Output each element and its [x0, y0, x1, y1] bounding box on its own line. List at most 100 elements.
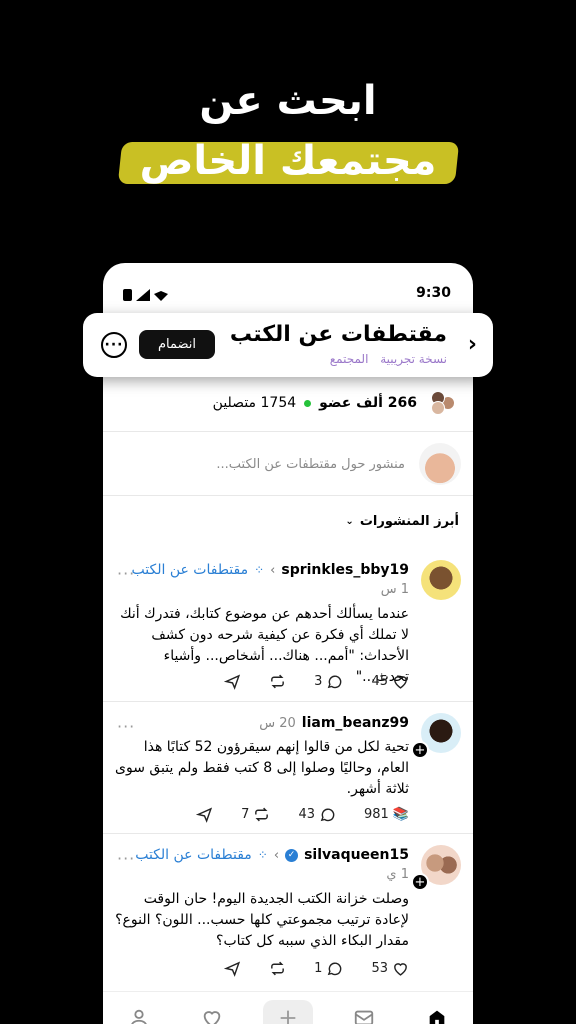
verified-icon: ✓: [285, 848, 299, 862]
follow-plus-icon[interactable]: +: [411, 873, 429, 891]
hero-title-line1: ابحث عن: [199, 78, 377, 124]
trial-label: نسخة تجريبية: [380, 352, 447, 366]
share-button[interactable]: [224, 960, 241, 977]
more-icon[interactable]: ···: [117, 717, 135, 736]
online-dot: [304, 399, 312, 407]
post-header: silvaqueen15 ✓ › ⁘ مقتطفات عن الكتب: [135, 847, 409, 863]
like-count: 53: [371, 961, 388, 976]
divider: [103, 701, 473, 702]
post-actions: 53 1: [224, 960, 409, 977]
post[interactable]: + silvaqueen15 ✓ › ⁘ مقتطفات عن الكتب 1 …: [103, 845, 473, 985]
repost-count: 7: [241, 807, 250, 822]
send-icon: [224, 674, 241, 690]
comment-icon: [328, 962, 342, 976]
sort-dropdown[interactable]: أبرز المنشورات ⌄: [345, 514, 459, 529]
avatar[interactable]: [421, 560, 461, 600]
phone-screen: 9:30 266 ألف عضو 1754 متصلين منشور حول م…: [103, 263, 473, 1024]
like-button[interactable]: 45: [371, 673, 409, 690]
hero-title-line2-text: مجتمعك الخاص: [139, 138, 437, 184]
community-subtitle: نسخة تجريبية المجتمع: [322, 352, 447, 366]
post-username[interactable]: silvaqueen15: [304, 847, 409, 863]
tab-messages[interactable]: [342, 1000, 386, 1024]
post-text: تحية لكل من قالوا إنهم سيقرؤون 52 كتابًا…: [115, 739, 409, 797]
composer-placeholder[interactable]: منشور حول مقتطفات عن الكتب...: [216, 457, 405, 472]
repost-icon: [271, 961, 285, 976]
repost-icon: [271, 674, 285, 689]
plus-icon: [280, 1010, 296, 1024]
chevron-down-icon: ⌄: [345, 516, 354, 527]
online-count: 1754 متصلين: [212, 395, 297, 411]
comment-button[interactable]: 43: [298, 806, 336, 823]
divider: [103, 431, 473, 432]
post-text: وصلت خزانة الكتب الجديدة اليوم! حان الوق…: [115, 891, 409, 949]
community-title: مقتطفات عن الكتب: [229, 322, 447, 347]
more-icon[interactable]: ···: [117, 849, 135, 868]
comment-button[interactable]: 3: [314, 673, 343, 690]
post[interactable]: sprinkles_bby19 › ⁘ مقتطفات عن الكتب 1 س…: [103, 560, 473, 700]
tab-create[interactable]: [262, 1000, 313, 1024]
community-header-card: ‹ مقتطفات عن الكتب نسخة تجريبية المجتمع …: [83, 313, 493, 377]
post-actions: 45 3: [224, 673, 409, 690]
comment-count: 43: [298, 807, 315, 822]
post-community-link[interactable]: مقتطفات عن الكتب: [135, 847, 252, 863]
signal-icon: [136, 289, 150, 301]
wifi-icon: [154, 291, 168, 301]
chevron-left-icon: ›: [273, 847, 280, 863]
avatar: [431, 401, 445, 415]
join-button[interactable]: انضمام: [139, 330, 215, 359]
members-count: 266 ألف عضو: [319, 395, 417, 411]
battery-icon: [123, 289, 132, 301]
heart-icon: [394, 963, 407, 976]
member-avatars: [425, 391, 455, 415]
post-actions: 📚 981 43 7: [196, 806, 409, 823]
chevron-left-icon: ›: [270, 562, 276, 578]
hero-banner: ابحث عن مجتمعك الخاص: [0, 0, 576, 260]
like-count: 45: [371, 674, 388, 689]
post-username[interactable]: liam_beanz99: [302, 715, 409, 731]
repost-button[interactable]: [269, 673, 286, 690]
community-icon: ⁘: [254, 563, 265, 577]
repost-button[interactable]: 7: [241, 806, 270, 823]
post-username[interactable]: sprinkles_bby19: [281, 562, 409, 578]
tab-home[interactable]: [415, 1000, 459, 1024]
more-options-icon[interactable]: ···: [101, 332, 127, 358]
status-icons: [123, 289, 168, 301]
post-time: 1 س: [380, 582, 409, 597]
send-icon: [224, 961, 241, 977]
books-emoji-icon: 📚: [392, 807, 409, 822]
like-button[interactable]: 📚 981: [364, 807, 409, 822]
members-row[interactable]: 266 ألف عضو 1754 متصلين: [213, 391, 455, 415]
tab-activity[interactable]: [190, 1000, 234, 1024]
divider: [103, 495, 473, 496]
share-button[interactable]: [196, 806, 213, 823]
follow-plus-icon[interactable]: +: [411, 741, 429, 759]
post-time: 1 ي: [386, 867, 409, 882]
like-button[interactable]: 53: [371, 960, 409, 977]
status-time: 9:30: [416, 285, 451, 301]
comment-icon: [328, 675, 342, 689]
comment-button[interactable]: 1: [314, 960, 343, 977]
sort-label: أبرز المنشورات: [359, 514, 459, 529]
hero-title-line2: مجتمعك الخاص: [117, 136, 459, 186]
post-time: 20 س: [259, 715, 296, 731]
profile-icon: [131, 1009, 148, 1024]
repost-button[interactable]: [269, 960, 286, 977]
home-icon: [429, 1010, 444, 1024]
heart-icon: [203, 1011, 221, 1024]
post-community-link[interactable]: مقتطفات عن الكتب: [132, 562, 249, 578]
repost-icon: [255, 807, 269, 822]
send-icon: [196, 807, 213, 823]
more-icon[interactable]: ···: [117, 564, 135, 583]
post-header: liam_beanz99 20 س: [259, 715, 409, 731]
community-icon: ⁘: [257, 848, 268, 862]
share-button[interactable]: [224, 673, 241, 690]
chevron-right-icon[interactable]: ‹: [468, 334, 477, 356]
post-composer[interactable]: منشور حول مقتطفات عن الكتب...: [111, 443, 461, 485]
community-label: المجتمع: [329, 352, 369, 366]
status-bar: 9:30: [103, 285, 473, 305]
tab-profile[interactable]: [117, 1000, 161, 1024]
avatar: [419, 443, 461, 485]
mail-icon: [354, 1010, 373, 1024]
post-header: sprinkles_bby19 › ⁘ مقتطفات عن الكتب: [132, 562, 409, 578]
post[interactable]: + liam_beanz99 20 س ··· تحية لكل من قالو…: [103, 713, 473, 833]
